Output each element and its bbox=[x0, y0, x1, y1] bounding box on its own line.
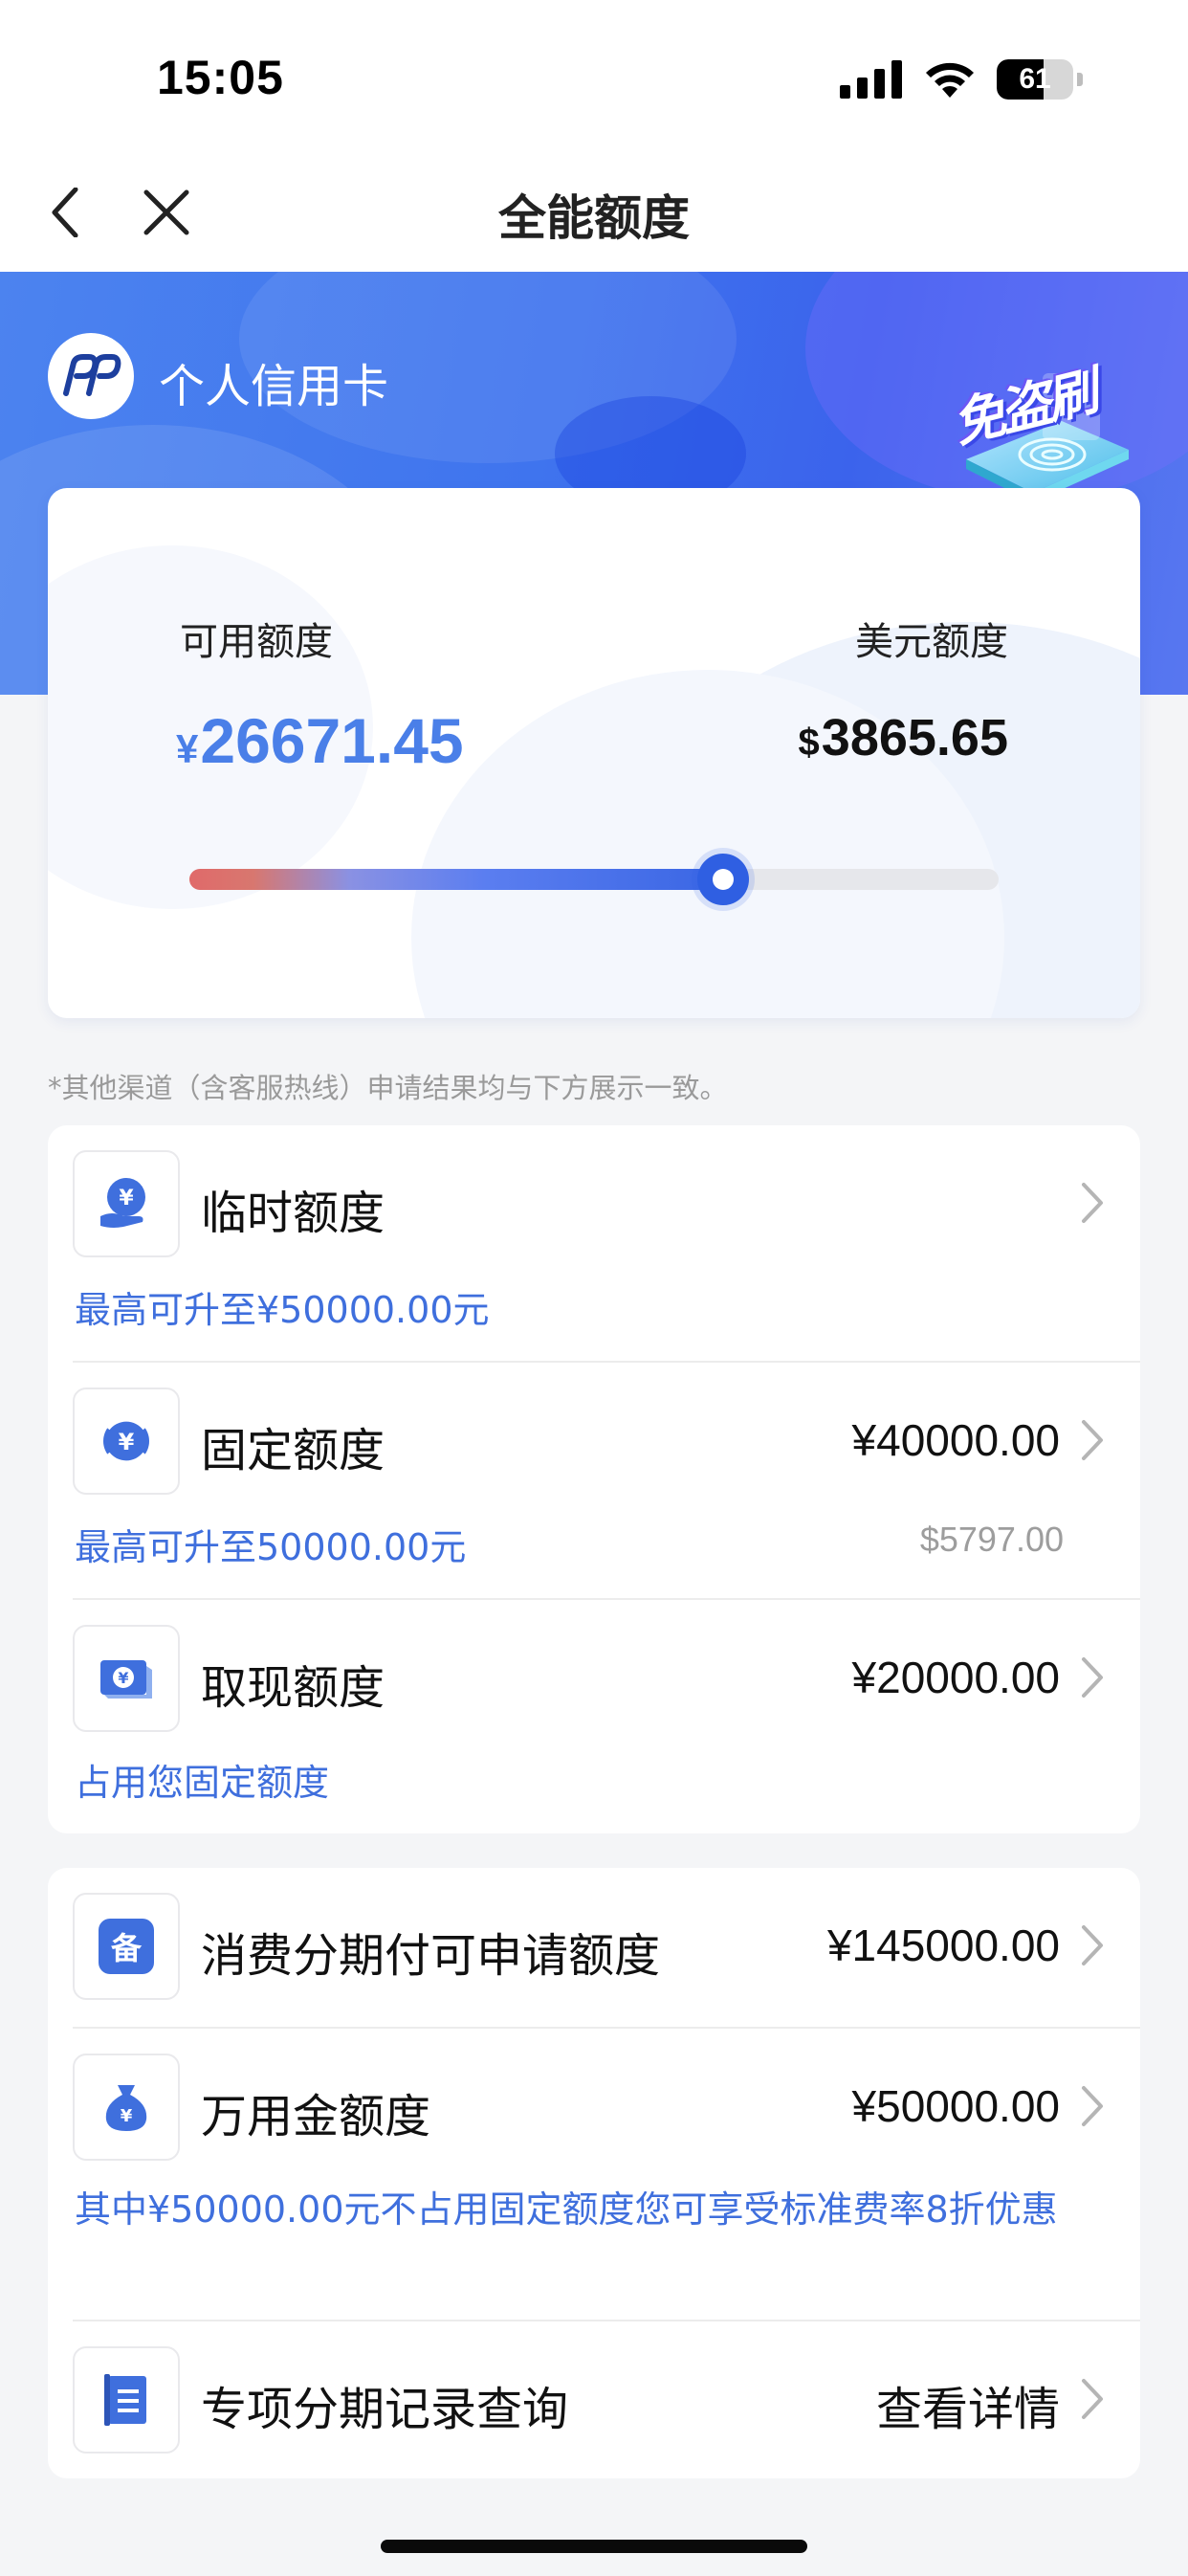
temporary-limit-subtitle: 最高可升至¥50000.00元 bbox=[75, 1289, 490, 1331]
svg-text:¥: ¥ bbox=[119, 1187, 134, 1210]
available-limit-card: 可用额度 美元额度 ¥26671.45 $3865.65 bbox=[48, 488, 1140, 1018]
wanyongjin-limit-value: ¥50000.00 bbox=[851, 2081, 1060, 2131]
bank-logo bbox=[48, 333, 134, 419]
page-title: 全能额度 bbox=[498, 190, 690, 246]
available-limit-amount: ¥26671.45 bbox=[176, 704, 464, 777]
installment-icon: 备 bbox=[73, 1893, 180, 2000]
bank-logo-icon bbox=[63, 354, 121, 396]
installment-limit-title: 消费分期付可申请额度 bbox=[201, 1929, 661, 1983]
limit-usage-fill bbox=[189, 869, 724, 890]
cash-note-icon: ¥ bbox=[73, 1625, 180, 1732]
currency-symbol: ¥ bbox=[176, 726, 199, 771]
fixed-limit-row[interactable]: ¥ 固定额度 ¥40000.00 最高可升至50000.00元 $5797.00 bbox=[48, 1363, 1140, 1598]
available-limit-label: 可用额度 bbox=[180, 620, 333, 664]
status-bar: 15:05 61 bbox=[0, 0, 1188, 153]
document-icon bbox=[73, 2346, 180, 2454]
cash-limit-subtitle: 占用您固定额度 bbox=[75, 1762, 330, 1804]
special-installment-title: 专项分期记录查询 bbox=[201, 2383, 569, 2436]
installment-limit-row[interactable]: 备 消费分期付可申请额度 ¥145000.00 bbox=[48, 1868, 1140, 2027]
home-indicator[interactable] bbox=[381, 2540, 807, 2553]
nav-bar: 全能额度 bbox=[0, 153, 1188, 272]
usd-limit-label: 美元额度 bbox=[855, 620, 1008, 664]
special-installment-row[interactable]: 专项分期记录查询 查看详情 bbox=[48, 2321, 1140, 2478]
usd-limit-amount: $3865.65 bbox=[799, 708, 1008, 767]
battery-level: 61 bbox=[1019, 63, 1051, 95]
chevron-right-icon bbox=[1073, 1921, 1111, 1969]
installment-icon-label: 备 bbox=[110, 1930, 142, 1966]
temporary-limit-title: 临时额度 bbox=[201, 1187, 385, 1240]
svg-text:¥: ¥ bbox=[119, 1429, 135, 1455]
chevron-right-icon bbox=[1073, 1179, 1111, 1227]
wanyongjin-limit-subtitle: 其中¥50000.00元不占用固定额度您可享受标准费率8折优惠 bbox=[75, 2188, 1058, 2231]
battery-tip bbox=[1077, 73, 1083, 86]
fixed-limit-value: ¥40000.00 bbox=[851, 1415, 1060, 1465]
status-time: 15:05 bbox=[157, 51, 284, 104]
cash-limit-value: ¥20000.00 bbox=[851, 1653, 1060, 1702]
fixed-limit-subtitle: 最高可升至50000.00元 bbox=[75, 1526, 467, 1568]
wanyongjin-limit-row[interactable]: ¥ 万用金额度 ¥50000.00 其中¥50000.00元不占用固定额度您可享… bbox=[48, 2029, 1140, 2320]
cash-limit-title: 取现额度 bbox=[201, 1661, 385, 1715]
chevron-right-icon bbox=[1073, 2082, 1111, 2130]
svg-text:¥: ¥ bbox=[118, 1669, 128, 1687]
fixed-limit-usd-value: $5797.00 bbox=[919, 1520, 1064, 1559]
installment-card: 备 消费分期付可申请额度 ¥145000.00 ¥ 万用金额度 ¥50000.0… bbox=[48, 1868, 1140, 2478]
limit-usage-thumb bbox=[697, 854, 750, 905]
money-bag-icon: ¥ bbox=[73, 2054, 180, 2161]
view-details-link[interactable]: 查看详情 bbox=[876, 2371, 1060, 2438]
signal-icon bbox=[840, 60, 902, 99]
disclaimer-text: *其他渠道（含客服热线）申请结果均与下方展示一致。 bbox=[48, 1072, 728, 1104]
cash-limit-row[interactable]: ¥ 取现额度 ¥20000.00 占用您固定额度 bbox=[48, 1600, 1140, 1833]
svg-text:¥: ¥ bbox=[121, 2106, 133, 2126]
chevron-right-icon bbox=[1073, 1654, 1111, 1701]
status-icons: 61 bbox=[840, 59, 1083, 100]
currency-symbol: $ bbox=[798, 722, 820, 764]
limit-usage-bar bbox=[189, 854, 999, 905]
yuan-cycle-icon: ¥ bbox=[73, 1388, 180, 1495]
limit-details-card: ¥ 临时额度 最高可升至¥50000.00元 ¥ 固定额度 ¥40000.00 … bbox=[48, 1125, 1140, 1833]
usd-amount-value: 3865.65 bbox=[821, 709, 1008, 766]
battery-icon: 61 bbox=[997, 59, 1073, 100]
temporary-limit-row[interactable]: ¥ 临时额度 最高可升至¥50000.00元 bbox=[48, 1125, 1140, 1361]
installment-limit-value: ¥145000.00 bbox=[826, 1921, 1060, 1970]
card-type-title: 个人信用卡 bbox=[159, 360, 389, 413]
wanyongjin-limit-title: 万用金额度 bbox=[201, 2090, 431, 2143]
chevron-right-icon bbox=[1073, 1416, 1111, 1464]
chevron-right-icon bbox=[1073, 2375, 1111, 2423]
wifi-icon bbox=[926, 62, 974, 98]
fixed-limit-title: 固定额度 bbox=[201, 1424, 385, 1477]
yuan-hand-icon: ¥ bbox=[73, 1150, 180, 1257]
installment-icon-badge: 备 bbox=[99, 1919, 154, 1974]
available-amount-value: 26671.45 bbox=[200, 705, 464, 776]
